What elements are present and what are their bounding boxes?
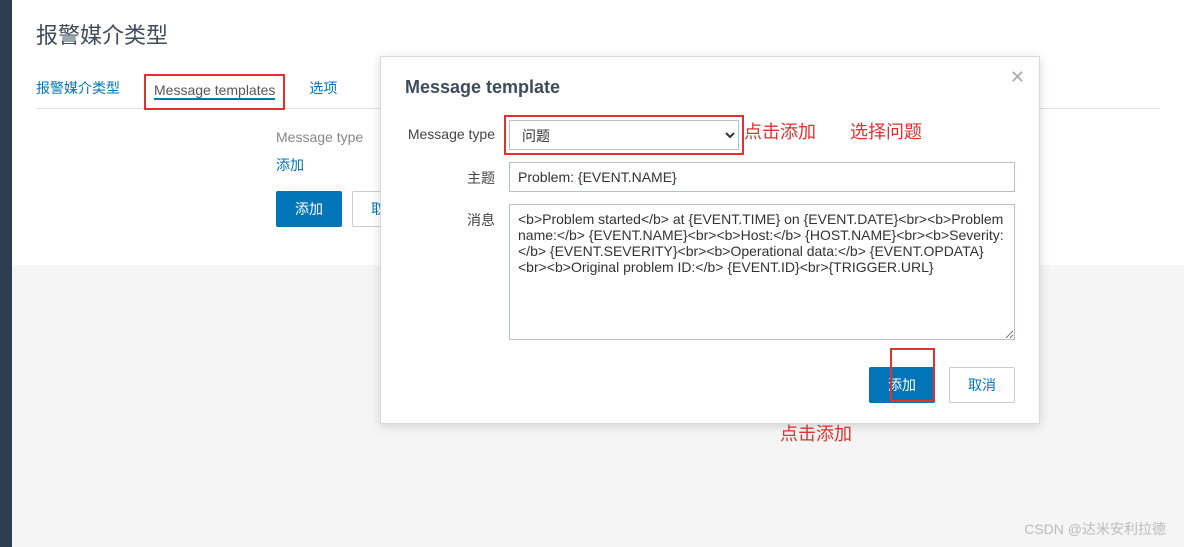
bg-label-message-type: Message type [276,129,363,145]
watermark: CSDN @达米安利拉德 [1024,519,1166,539]
modal-btn-cancel[interactable]: 取消 [949,367,1015,403]
modal-title: Message template [405,77,1015,98]
annotation-choose-problem: 选择问题 [850,118,922,144]
page-title: 报警媒介类型 [36,18,1160,50]
modal-message-template: ✕ Message template Message type 问题 主题 消息… [380,56,1040,424]
modal-btn-add[interactable]: 添加 [869,367,935,403]
annotation-box-select: 问题 [504,115,744,155]
annotation-click-add-bottom: 点击添加 [780,420,852,446]
link-add-template[interactable]: 添加 [276,155,304,175]
label-message-type: Message type [405,120,509,142]
tab-message-templates[interactable]: Message templates [154,82,275,100]
input-subject[interactable] [509,162,1015,192]
label-message: 消息 [405,204,509,230]
select-message-type[interactable]: 问题 [509,120,739,150]
close-icon[interactable]: ✕ [1010,67,1025,88]
btn-add-bg[interactable]: 添加 [276,191,342,227]
label-subject: 主题 [405,162,509,188]
annotation-box-tab: Message templates [144,74,285,110]
sidebar-stub [0,0,12,547]
tab-media-types[interactable]: 报警媒介类型 [36,70,120,108]
annotation-click-add-top: 点击添加 [744,118,816,144]
textarea-message[interactable] [509,204,1015,340]
tab-options[interactable]: 选项 [309,70,337,108]
